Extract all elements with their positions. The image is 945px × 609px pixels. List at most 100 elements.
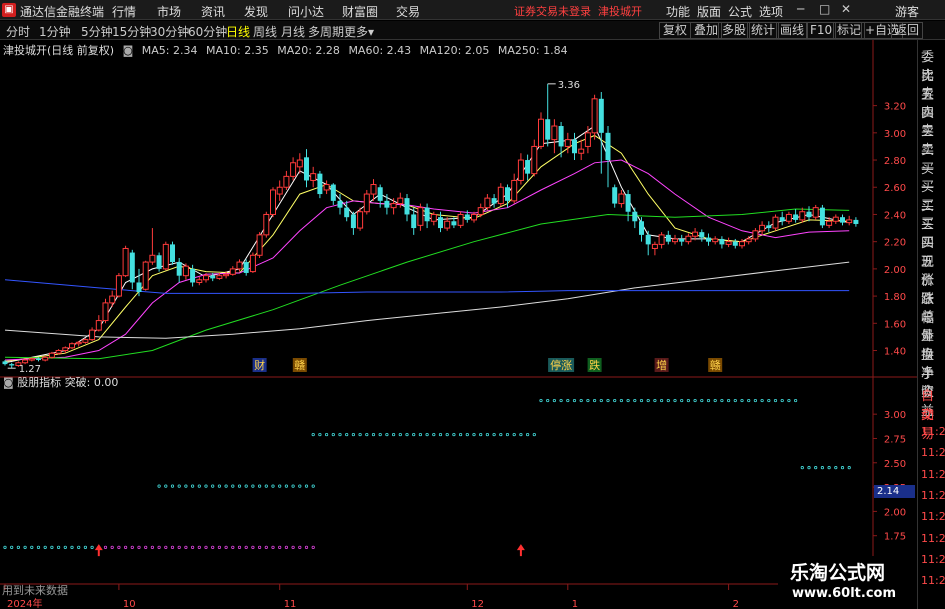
indicator-dot	[278, 545, 282, 549]
indicator-dot	[760, 398, 764, 403]
side-item-23[interactable]: 11:29	[921, 468, 945, 481]
candle-body-down	[243, 262, 249, 273]
menu-banmian[interactable]: 版面	[697, 3, 721, 20]
candle-body-up	[471, 213, 477, 221]
menu-shichang[interactable]: 市场	[157, 3, 181, 20]
indicator-dot	[405, 432, 409, 437]
indicator-dot	[311, 545, 315, 549]
period-fenshi[interactable]: 分时	[6, 23, 30, 40]
price-tick-label: 3.00	[884, 129, 906, 140]
menu-wenxiaoda[interactable]: 问小达	[288, 3, 324, 20]
period-60min[interactable]: 60分钟	[188, 23, 227, 40]
indicator-dot	[840, 466, 845, 470]
indicator-dot	[365, 432, 369, 437]
indicator-dot	[83, 545, 88, 549]
menu-jiaoyi[interactable]: 交易	[396, 3, 420, 20]
title-bar: ▣ 通达信金融终端 行情 市场 资讯 发现 问小达 财富圈 交易 证券交易未登录…	[0, 0, 945, 20]
candle-body-down	[679, 238, 685, 242]
candle-body-up	[584, 132, 591, 147]
indicator-dot	[56, 545, 61, 549]
menu-caifuquan[interactable]: 财富圈	[342, 3, 378, 20]
period-weekly[interactable]: 周线	[253, 23, 277, 40]
period-daily[interactable]: 日线	[226, 23, 250, 40]
maximize-window-icon[interactable]: □	[819, 2, 830, 16]
kline-chart[interactable]: 3.20 3.00 2.80 2.60 2.40 2.20 2.00 1.80 1.60 1.40…	[0, 40, 917, 609]
candle-body-up	[363, 193, 370, 213]
candle-body-down	[612, 187, 618, 204]
indicator-dot	[847, 466, 851, 470]
candle-body-up	[283, 175, 290, 188]
high-annotation: 3.36	[558, 80, 580, 91]
time-tick-label: 10	[123, 599, 136, 609]
back-button[interactable]: 返回	[891, 22, 924, 39]
side-item-27[interactable]: 11:29	[921, 553, 945, 566]
menu-zixun[interactable]: 资讯	[201, 3, 225, 20]
indicator-dot	[438, 432, 443, 437]
f10-button[interactable]: F10	[806, 22, 837, 39]
candle-body-up	[162, 243, 169, 270]
fuquan-button[interactable]: 复权	[659, 22, 692, 39]
candle-body-up	[417, 207, 424, 226]
indicator-dot	[304, 545, 309, 549]
ma20-label: MA20: 2.28	[277, 44, 340, 57]
close-window-icon[interactable]: ✕	[841, 2, 851, 16]
duogu-button[interactable]: 多股	[718, 22, 751, 39]
guest-user[interactable]: 游客	[895, 3, 919, 20]
menu-faxian[interactable]: 发现	[244, 3, 268, 20]
indicator-dot	[827, 466, 831, 470]
candle-body-up	[102, 302, 109, 322]
watermark-title: 乐淘公式网	[790, 562, 886, 584]
side-item-22[interactable]: 11:29	[921, 446, 945, 459]
indicator-toggle-icon[interactable]: ◙	[3, 376, 14, 389]
candle-body-up	[122, 247, 129, 277]
indicator-dot	[686, 398, 691, 403]
candle-body-down	[706, 237, 711, 242]
huaxian-button[interactable]: 画线	[776, 22, 809, 39]
side-item-28[interactable]: 11:29	[921, 574, 945, 587]
candle-body-up	[497, 186, 504, 205]
side-item-21[interactable]: 11:28	[921, 425, 945, 438]
side-item-26[interactable]: 11:29	[921, 532, 945, 545]
period-more[interactable]: 更多▾	[344, 23, 374, 40]
indicator-dot	[251, 545, 255, 549]
period-monthly[interactable]: 月线	[281, 23, 305, 40]
indicator-dot	[458, 432, 463, 437]
menu-hangqing[interactable]: 行情	[112, 3, 136, 20]
candle-body-down	[129, 252, 135, 283]
candle-body-up	[296, 159, 303, 168]
candle-body-up	[511, 179, 518, 202]
indicator-tick-label: 2.75	[884, 434, 906, 445]
indicator-dot	[124, 545, 128, 549]
candle-body-up	[564, 139, 571, 147]
menu-gongshi[interactable]: 公式	[728, 3, 752, 20]
indicator-dot	[137, 545, 141, 549]
tongji-button[interactable]: 统计	[747, 22, 780, 39]
menu-gongneng[interactable]: 功能	[666, 3, 690, 20]
candle-body-up	[538, 118, 544, 147]
indicator-dot	[244, 484, 248, 488]
indicator-dot	[572, 398, 577, 403]
side-item-25[interactable]: 11:29	[921, 510, 945, 523]
candle-body-down	[2, 361, 8, 365]
ma-toggle-icon[interactable]: ◙	[123, 44, 134, 57]
indicator-dot	[204, 545, 208, 549]
current-price-tag: 2.14	[874, 485, 915, 498]
period-30min[interactable]: 30分钟	[150, 23, 189, 40]
indicator-dot	[251, 484, 255, 488]
period-5min[interactable]: 5分钟	[81, 23, 113, 40]
candle-body-up	[115, 275, 122, 297]
candle-body-up	[759, 224, 766, 232]
indicator-dot	[465, 432, 469, 437]
indicator-dot	[680, 398, 684, 403]
candle-body-up	[591, 98, 598, 134]
minimize-window-icon[interactable]: ─	[797, 2, 804, 16]
period-1min[interactable]: 1分钟	[39, 23, 71, 40]
candle-body-down	[572, 139, 577, 154]
menu-xuanxiang[interactable]: 选项	[759, 3, 783, 20]
login-notice[interactable]: 证券交易未登录 津投城开	[514, 3, 642, 19]
candle-body-down	[337, 200, 343, 208]
period-15min[interactable]: 15分钟	[112, 23, 151, 40]
side-item-24[interactable]: 11:29	[921, 489, 945, 502]
period-multi[interactable]: 多周期	[308, 23, 344, 40]
indicator-dot	[191, 484, 195, 488]
